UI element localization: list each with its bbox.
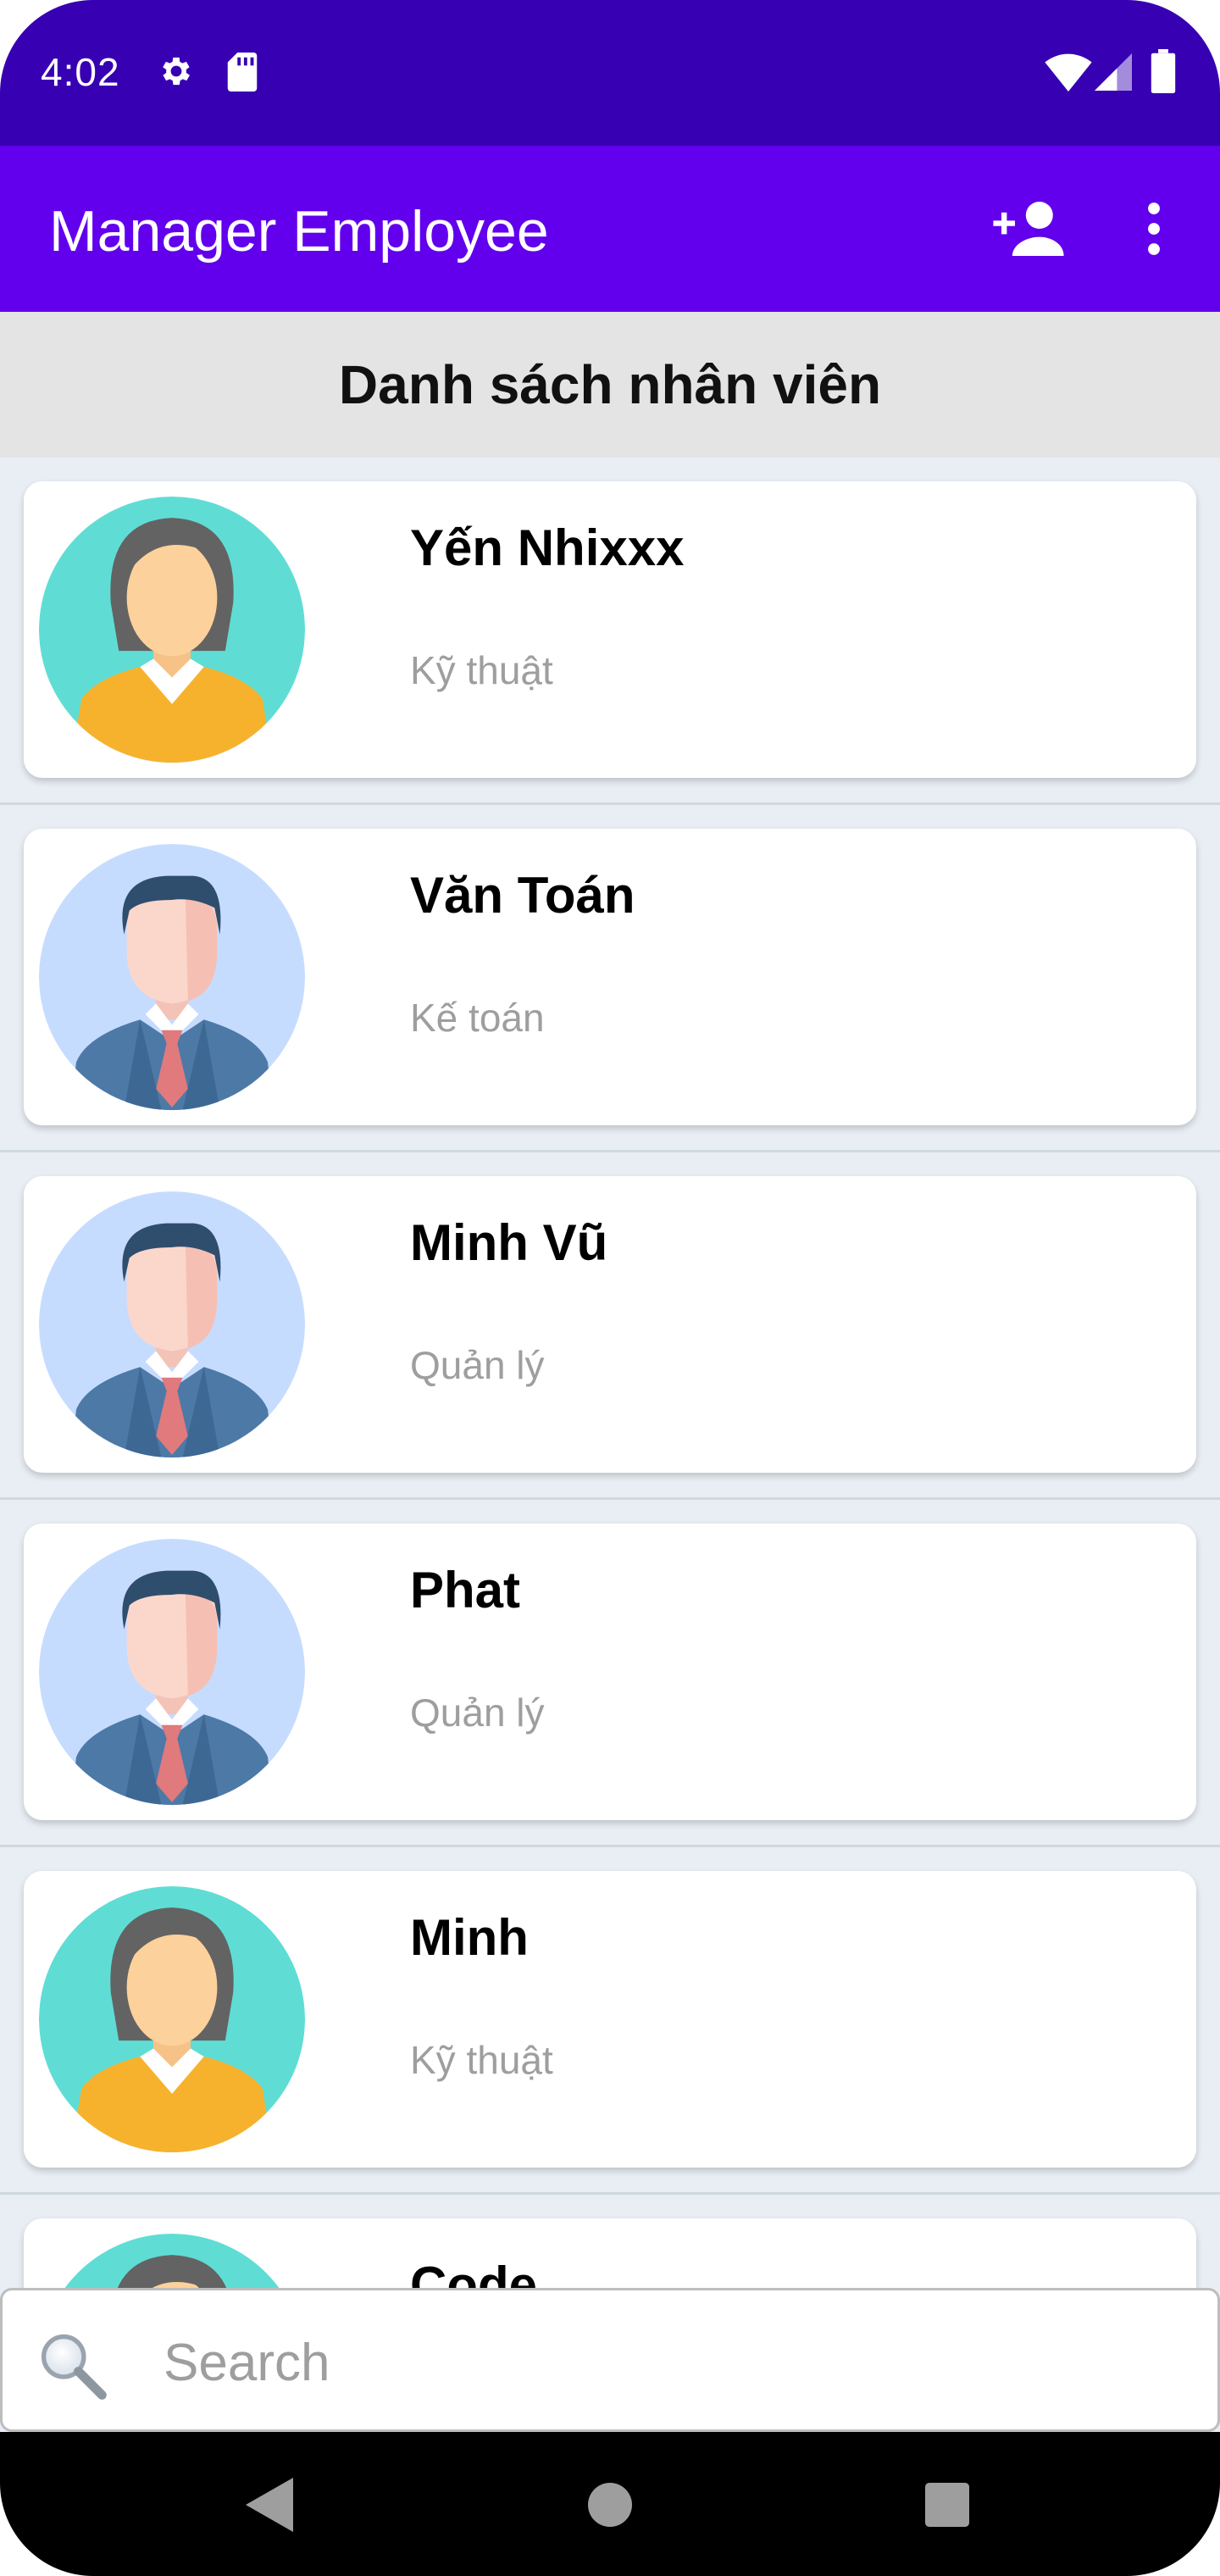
status-bar: 4:02 [0,0,1220,146]
settings-icon [163,57,190,86]
employee-card[interactable]: Phat Quản lý [24,1524,1196,1820]
employee-row[interactable]: Code [0,2195,1220,2288]
employee-row[interactable]: Minh Vũ Quản lý [0,1152,1220,1500]
employee-row[interactable]: Minh Kỹ thuật [0,1847,1220,2195]
employee-department: Quản lý [410,1343,545,1387]
male-avatar-icon [39,844,305,1110]
employee-name: Minh [410,1909,529,1966]
female-avatar-icon [39,1886,305,2152]
employee-name: Phat [410,1562,521,1618]
search-bar [0,2288,1220,2432]
employee-row[interactable]: Văn Toán Kế toán [0,805,1220,1152]
employee-row[interactable]: Phat Quản lý [0,1500,1220,1847]
recent-apps-icon[interactable] [925,2483,969,2527]
status-time: 4:02 [41,50,120,94]
home-icon[interactable] [588,2483,632,2527]
employee-name: Minh Vũ [410,1214,608,1271]
list-header: Danh sách nhân viên [0,312,1220,458]
employee-card[interactable]: Minh Vũ Quản lý [24,1176,1196,1473]
employee-name: Văn Toán [410,867,635,924]
sd-card-icon [227,53,258,92]
employee-department: Kỹ thuật [410,2038,553,2082]
male-avatar-icon [39,1539,305,1805]
battery-icon [1151,49,1176,93]
app-bar: Manager Employee [0,146,1220,312]
employee-department: Kế toán [410,996,545,1040]
search-input[interactable] [164,2316,1180,2409]
employee-card[interactable]: Yến Nhixxx Kỹ thuật [24,481,1196,778]
female-avatar-icon [39,497,305,763]
more-vert-icon[interactable] [1144,202,1164,256]
search-icon [41,2334,107,2400]
back-icon[interactable] [246,2478,293,2532]
employee-list[interactable]: Yến Nhixxx Kỹ thuật Văn Toán Kế toán Minh … [0,458,1220,2288]
employee-card[interactable]: Văn Toán Kế toán [24,829,1196,1125]
employee-department: Quản lý [410,1690,545,1735]
employee-card[interactable]: Minh Kỹ thuật [24,1871,1196,2168]
employee-card[interactable]: Code [24,2218,1196,2288]
cell-signal-icon [1095,53,1132,91]
device-screen: 4:02 Manager Employee Danh sách nhân viê… [0,0,1220,2576]
employee-name: Code [410,2257,537,2288]
employee-name: Yến Nhixxx [410,519,685,576]
employee-department: Kỹ thuật [410,648,553,692]
male-avatar-icon [39,1191,305,1457]
wifi-icon [1045,53,1092,92]
employee-row[interactable]: Yến Nhixxx Kỹ thuật [0,458,1220,805]
navigation-bar [0,2432,1220,2576]
person-add-icon[interactable] [993,202,1064,256]
female-avatar-icon [39,2234,305,2288]
app-title: Manager Employee [49,199,549,264]
